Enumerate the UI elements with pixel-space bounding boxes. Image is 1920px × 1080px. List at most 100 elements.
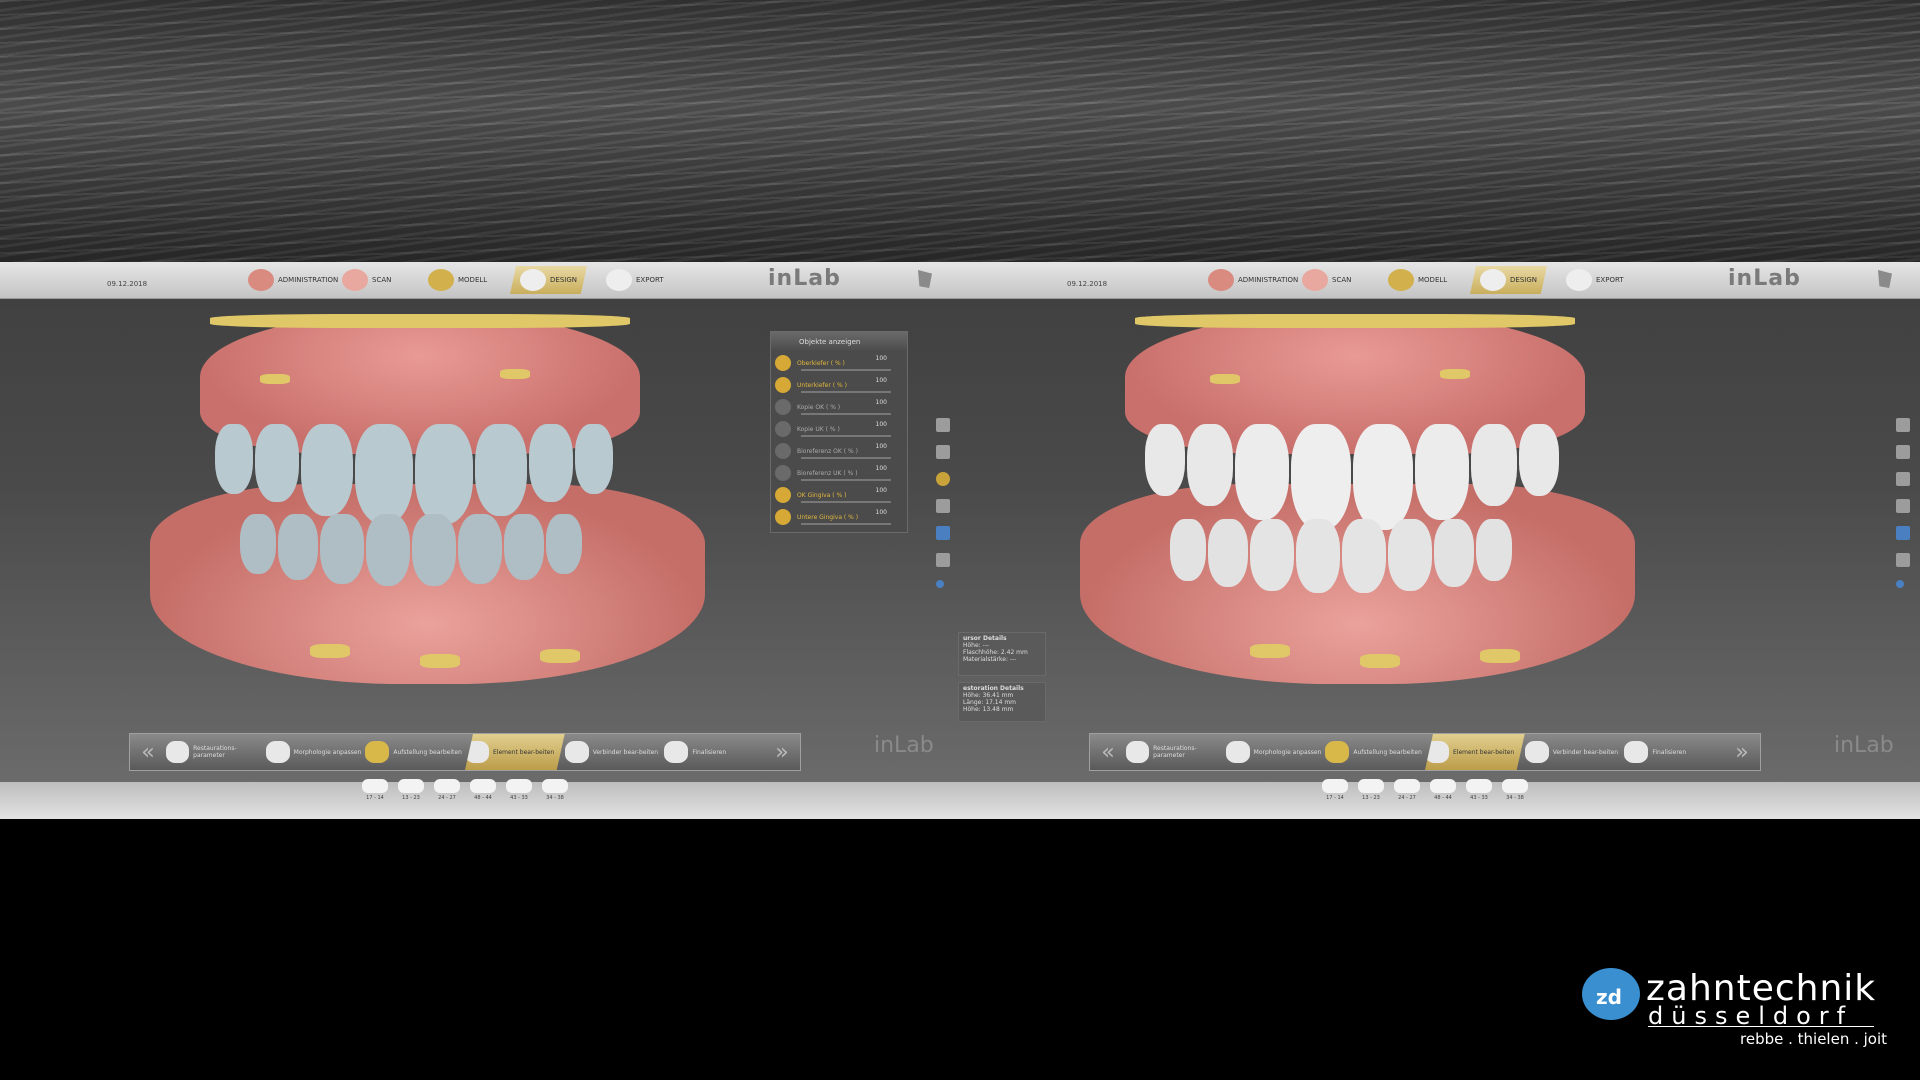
back-button[interactable]: « xyxy=(1090,740,1126,765)
book-icon[interactable] xyxy=(936,499,950,513)
object-row-unterkiefer[interactable]: Unterkiefer ( % ) 100 xyxy=(771,374,907,396)
tooth-icon[interactable] xyxy=(1896,472,1910,486)
design-icon xyxy=(1480,269,1506,291)
teeth-group-icon xyxy=(398,779,424,793)
tooth-tab[interactable]: 43 - 33 xyxy=(506,779,532,801)
book-icon[interactable] xyxy=(1896,499,1910,513)
panel-header: Objekte anzeigen xyxy=(771,332,907,352)
step-restaurationsparameter[interactable]: Restaurations-parameter xyxy=(1126,734,1226,770)
tooth-group-tabs-left: 17 - 14 13 - 23 24 - 27 48 - 44 43 - 33 … xyxy=(362,779,568,801)
copy-lower-icon xyxy=(775,421,791,437)
company-people: rebbe . thielen . joit xyxy=(1740,1030,1888,1048)
step-aufstellung[interactable]: Aufstellung bearbeiten xyxy=(1325,734,1425,770)
tooth-tab[interactable]: 43 - 33 xyxy=(1466,779,1492,801)
tooth-tab[interactable]: 34 - 38 xyxy=(542,779,568,801)
finalize-icon xyxy=(664,741,689,763)
inlab-emblem-icon xyxy=(918,270,932,288)
logo-divider xyxy=(1648,1026,1874,1027)
stage-modell[interactable]: MODELL xyxy=(428,266,487,294)
step-morphologie[interactable]: Morphologie anpassen xyxy=(265,734,366,770)
background-texture xyxy=(0,0,1920,262)
step-verbinder[interactable]: Verbinder bear-beiten xyxy=(564,734,665,770)
teeth-group-icon xyxy=(1430,779,1456,793)
opacity-slider[interactable] xyxy=(801,413,891,415)
step-restaurationsparameter[interactable]: Restaurations-parameter xyxy=(166,734,266,770)
lower-jaw-icon xyxy=(775,377,791,393)
object-row-ok-gingiva[interactable]: OK Gingiva ( % ) 100 xyxy=(771,484,907,506)
upper-gingiva-icon xyxy=(775,487,791,503)
opacity-slider[interactable] xyxy=(801,523,891,525)
dental-model-translucent[interactable] xyxy=(140,314,705,714)
opacity-slider[interactable] xyxy=(801,435,891,437)
step-element-bearbeiten[interactable]: Element bear-beiten xyxy=(1425,734,1525,770)
teeth-group-icon xyxy=(362,779,388,793)
stage-scan[interactable]: SCAN xyxy=(342,266,391,294)
tooth-tab[interactable]: 34 - 38 xyxy=(1502,779,1528,801)
stage-design[interactable]: DESIGN xyxy=(1470,266,1547,294)
step-element-bearbeiten[interactable]: Element bear-beiten xyxy=(465,734,565,770)
object-row-bioreferenz-ok[interactable]: Bioreferenz OK ( % ) 100 xyxy=(771,440,907,462)
tooth-group-tabs-right: 17 - 14 13 - 23 24 - 27 48 - 44 43 - 33 … xyxy=(1322,779,1528,801)
info-dot-icon[interactable] xyxy=(1896,580,1904,588)
tooth-gold-icon[interactable] xyxy=(936,472,950,486)
stage-modell[interactable]: MODELL xyxy=(1388,266,1447,294)
back-button[interactable]: « xyxy=(130,740,166,765)
dental-model-white[interactable] xyxy=(1080,314,1680,714)
object-row-bioreferenz-uk[interactable]: Bioreferenz UK ( % ) 100 xyxy=(771,462,907,484)
tools-icon[interactable] xyxy=(936,445,950,459)
info-dot-icon[interactable] xyxy=(936,580,944,588)
opacity-slider[interactable] xyxy=(801,457,891,459)
top-toolbar: 09.12.2018 ADMINISTRATION SCAN MODELL DE… xyxy=(960,262,1920,299)
opacity-slider[interactable] xyxy=(801,369,891,371)
scan-icon xyxy=(342,269,368,291)
cursor-details: ursor Details Höhe: --- Flaschhöhe: 2.42… xyxy=(958,632,1046,676)
opacity-slider[interactable] xyxy=(801,501,891,503)
opacity-slider[interactable] xyxy=(801,479,891,481)
tooth-tab[interactable]: 13 - 23 xyxy=(1358,779,1384,801)
object-row-untere-gingiva[interactable]: Untere Gingiva ( % ) 100 xyxy=(771,506,907,528)
model-icon[interactable] xyxy=(936,553,950,567)
tooth-tab[interactable]: 48 - 44 xyxy=(470,779,496,801)
tooth-tab[interactable]: 24 - 27 xyxy=(1394,779,1420,801)
tooth-tab[interactable]: 48 - 44 xyxy=(1430,779,1456,801)
screenshot-icon[interactable] xyxy=(1896,526,1910,540)
cube-view-icon[interactable] xyxy=(1896,418,1910,432)
finalize-icon xyxy=(1624,741,1649,763)
stage-design[interactable]: DESIGN xyxy=(510,266,587,294)
forward-button[interactable]: » xyxy=(1724,740,1760,765)
cube-view-icon[interactable] xyxy=(936,418,950,432)
brand-logo: inLab xyxy=(1728,266,1801,291)
tooth-tab[interactable]: 24 - 27 xyxy=(434,779,460,801)
forward-button[interactable]: » xyxy=(764,740,800,765)
modell-icon xyxy=(1388,269,1414,291)
stage-administration[interactable]: ADMINISTRATION xyxy=(248,266,338,294)
step-finalisieren[interactable]: Finalisieren xyxy=(1624,734,1724,770)
tooth-icon xyxy=(1425,741,1450,763)
step-finalisieren[interactable]: Finalisieren xyxy=(664,734,764,770)
copy-upper-icon xyxy=(775,399,791,415)
model-icon[interactable] xyxy=(1896,553,1910,567)
object-row-kopie-ok[interactable]: Kopie OK ( % ) 100 xyxy=(771,396,907,418)
tooth-tab[interactable]: 17 - 14 xyxy=(362,779,388,801)
teeth-group-icon xyxy=(1394,779,1420,793)
stage-administration[interactable]: ADMINISTRATION xyxy=(1208,266,1298,294)
step-morphologie[interactable]: Morphologie anpassen xyxy=(1225,734,1326,770)
step-verbinder[interactable]: Verbinder bear-beiten xyxy=(1524,734,1625,770)
side-toolbar-left xyxy=(936,418,950,588)
stage-export[interactable]: EXPORT xyxy=(1566,266,1624,294)
tooth-tab[interactable]: 17 - 14 xyxy=(1322,779,1348,801)
teeth-group-icon xyxy=(1358,779,1384,793)
tooth-tab[interactable]: 13 - 23 xyxy=(398,779,424,801)
stage-export[interactable]: EXPORT xyxy=(606,266,664,294)
object-row-oberkiefer[interactable]: Oberkiefer ( % ) 100 xyxy=(771,352,907,374)
workflow-navbar-left: « Restaurations-parameter Morphologie an… xyxy=(129,733,801,771)
step-aufstellung[interactable]: Aufstellung bearbeiten xyxy=(365,734,465,770)
screenshot-icon[interactable] xyxy=(936,526,950,540)
tools-icon[interactable] xyxy=(1896,445,1910,459)
object-row-kopie-uk[interactable]: Kopie UK ( % ) 100 xyxy=(771,418,907,440)
bioreference-upper-icon xyxy=(775,443,791,459)
stage-scan[interactable]: SCAN xyxy=(1302,266,1351,294)
opacity-slider[interactable] xyxy=(801,391,891,393)
administration-icon xyxy=(248,269,274,291)
bioreference-lower-icon xyxy=(775,465,791,481)
